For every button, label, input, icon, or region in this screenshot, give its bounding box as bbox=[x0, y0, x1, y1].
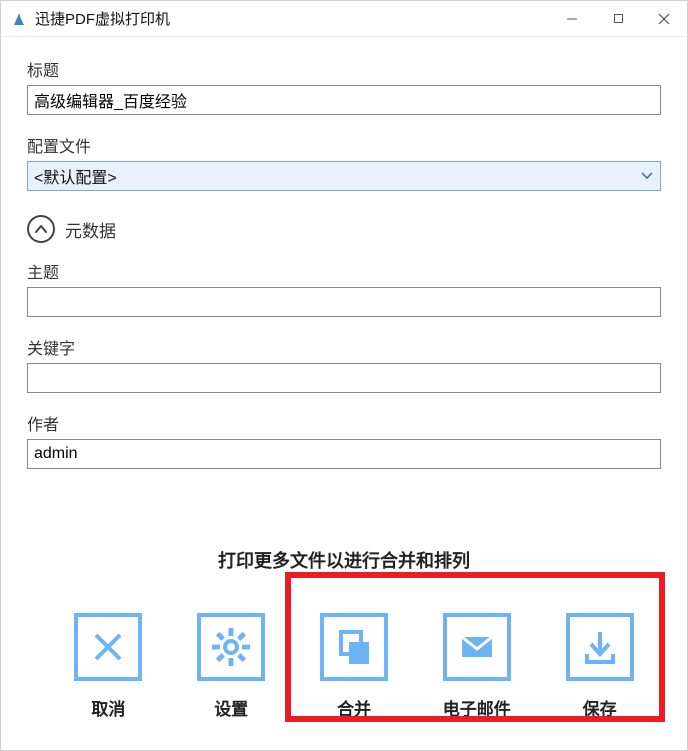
keywords-group: 关键字 bbox=[27, 335, 661, 393]
config-select-wrap bbox=[27, 161, 661, 191]
config-group: 配置文件 bbox=[27, 133, 661, 191]
window-body: 标题 配置文件 元数据 主题 关键字 bbox=[1, 37, 687, 750]
email-icon bbox=[443, 613, 511, 681]
title-label: 标题 bbox=[27, 57, 661, 81]
metadata-label: 元数据 bbox=[65, 217, 116, 242]
email-button[interactable]: 电子邮件 bbox=[415, 603, 538, 720]
window-controls bbox=[549, 1, 687, 37]
email-label: 电子邮件 bbox=[443, 695, 511, 720]
window-title: 迅捷PDF虚拟打印机 bbox=[35, 8, 170, 29]
merge-icon bbox=[320, 613, 388, 681]
merge-label: 合并 bbox=[337, 695, 371, 720]
actions-row: 取消 bbox=[47, 603, 661, 740]
subject-label: 主题 bbox=[27, 259, 661, 283]
metadata-toggle[interactable]: 元数据 bbox=[27, 215, 661, 243]
config-select[interactable] bbox=[27, 161, 661, 191]
merge-hint: 打印更多文件以进行合并和排列 bbox=[27, 547, 661, 573]
keywords-input[interactable] bbox=[27, 363, 661, 393]
title-left: 迅捷PDF虚拟打印机 bbox=[11, 8, 170, 29]
minimize-button[interactable] bbox=[549, 1, 595, 37]
maximize-button[interactable] bbox=[595, 1, 641, 37]
cancel-button[interactable]: 取消 bbox=[47, 603, 170, 720]
subject-group: 主题 bbox=[27, 259, 661, 317]
keywords-label: 关键字 bbox=[27, 335, 661, 359]
close-icon bbox=[74, 613, 142, 681]
author-label: 作者 bbox=[27, 411, 661, 435]
merge-button[interactable]: 合并 bbox=[293, 603, 416, 720]
save-button[interactable]: 保存 bbox=[538, 603, 661, 720]
titlebar: 迅捷PDF虚拟打印机 bbox=[1, 1, 687, 37]
close-button[interactable] bbox=[641, 1, 687, 37]
save-label: 保存 bbox=[583, 695, 617, 720]
title-input[interactable] bbox=[27, 85, 661, 115]
title-group: 标题 bbox=[27, 57, 661, 115]
settings-button[interactable]: 设置 bbox=[170, 603, 293, 720]
app-icon bbox=[11, 11, 27, 27]
download-icon bbox=[566, 613, 634, 681]
chevron-up-icon bbox=[27, 215, 55, 243]
gear-icon bbox=[197, 613, 265, 681]
cancel-label: 取消 bbox=[91, 695, 125, 720]
author-input[interactable] bbox=[27, 439, 661, 469]
settings-label: 设置 bbox=[214, 695, 248, 720]
subject-input[interactable] bbox=[27, 287, 661, 317]
app-window: 迅捷PDF虚拟打印机 标题 配置文件 bbox=[0, 0, 688, 751]
author-group: 作者 bbox=[27, 411, 661, 469]
config-label: 配置文件 bbox=[27, 133, 661, 157]
